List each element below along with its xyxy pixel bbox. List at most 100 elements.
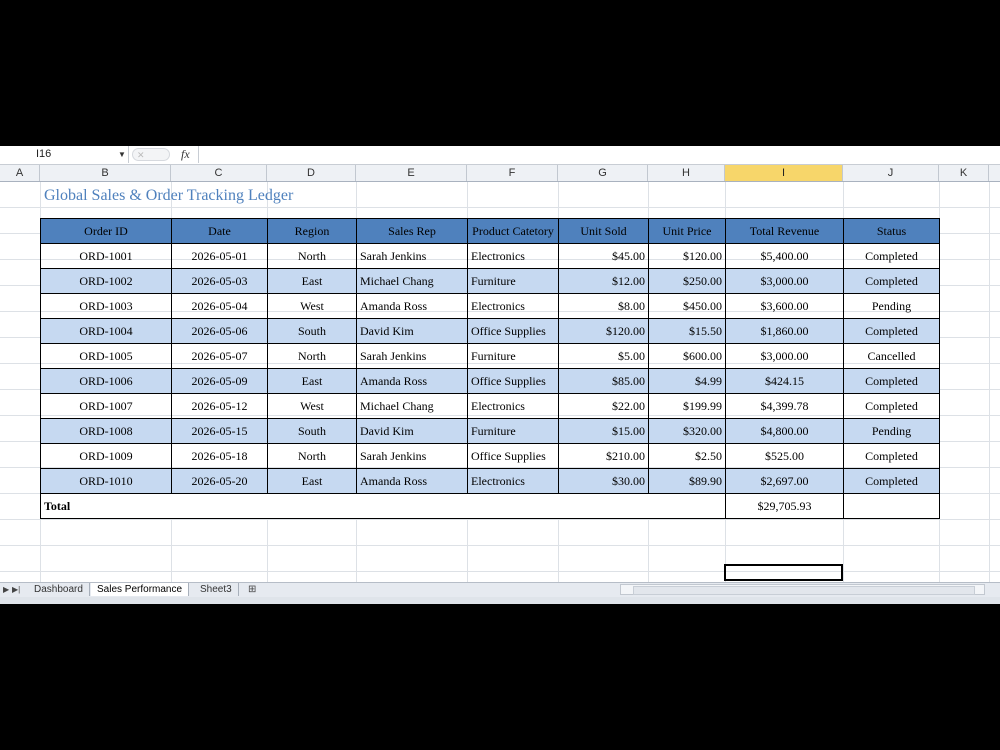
cell-status[interactable]: Cancelled	[843, 343, 940, 369]
cell-date[interactable]: 2026-05-01	[171, 243, 268, 269]
column-header-d[interactable]: D	[267, 165, 356, 181]
cell-product-category[interactable]: Office Supplies	[467, 443, 559, 469]
cell-product-category[interactable]: Office Supplies	[467, 368, 559, 394]
column-header-i[interactable]: I	[725, 165, 843, 181]
cell-sales-rep[interactable]: Michael Chang	[356, 393, 468, 419]
cell-unit-price[interactable]: $2.50	[648, 443, 726, 469]
cell-status[interactable]: Completed	[843, 268, 940, 294]
sheet-tab-sheet3[interactable]: Sheet3	[194, 583, 239, 596]
cell-order-id[interactable]: ORD-1010	[40, 468, 172, 494]
cell-order-id[interactable]: ORD-1008	[40, 418, 172, 444]
cell-order-id[interactable]: ORD-1005	[40, 343, 172, 369]
cell-unit-sold[interactable]: $22.00	[558, 393, 649, 419]
first-sheet-icon[interactable]: ▶	[3, 583, 9, 597]
cell-total-revenue[interactable]: $3,000.00	[725, 343, 844, 369]
active-cell-i16[interactable]	[724, 564, 843, 581]
cell-product-category[interactable]: Electronics	[467, 293, 559, 319]
cell-date[interactable]: 2026-05-07	[171, 343, 268, 369]
cell-order-id[interactable]: ORD-1003	[40, 293, 172, 319]
header-product-category[interactable]: Product Catetory	[467, 218, 559, 244]
cell-total-revenue[interactable]: $3,000.00	[725, 268, 844, 294]
column-header-g[interactable]: G	[558, 165, 648, 181]
cell-unit-price[interactable]: $450.00	[648, 293, 726, 319]
cell-unit-sold[interactable]: $5.00	[558, 343, 649, 369]
header-total-revenue[interactable]: Total Revenue	[725, 218, 844, 244]
name-box[interactable]: I16 ▼	[0, 146, 129, 163]
cell-product-category[interactable]: Furniture	[467, 268, 559, 294]
cell-status[interactable]: Completed	[843, 468, 940, 494]
cell-unit-price[interactable]: $4.99	[648, 368, 726, 394]
cell-region[interactable]: East	[267, 268, 357, 294]
cell-unit-sold[interactable]: $12.00	[558, 268, 649, 294]
cell-status[interactable]: Completed	[843, 318, 940, 344]
column-header-c[interactable]: C	[171, 165, 267, 181]
cell-unit-sold[interactable]: $15.00	[558, 418, 649, 444]
header-sales-rep[interactable]: Sales Rep	[356, 218, 468, 244]
cell-unit-sold[interactable]: $120.00	[558, 318, 649, 344]
cell-date[interactable]: 2026-05-20	[171, 468, 268, 494]
total-revenue-value[interactable]: $29,705.93	[725, 493, 844, 519]
cell-order-id[interactable]: ORD-1007	[40, 393, 172, 419]
cell-product-category[interactable]: Electronics	[467, 243, 559, 269]
cell-total-revenue[interactable]: $4,800.00	[725, 418, 844, 444]
column-header-h[interactable]: H	[648, 165, 725, 181]
cell-sales-rep[interactable]: Sarah Jenkins	[356, 343, 468, 369]
cell-status[interactable]: Completed	[843, 243, 940, 269]
cell-unit-price[interactable]: $89.90	[648, 468, 726, 494]
cell-order-id[interactable]: ORD-1006	[40, 368, 172, 394]
column-header-f[interactable]: F	[467, 165, 558, 181]
cell-grid[interactable]: Global Sales & Order Tracking Ledger Ord…	[0, 182, 1000, 582]
cell-sales-rep[interactable]: Amanda Ross	[356, 368, 468, 394]
cell-unit-price[interactable]: $250.00	[648, 268, 726, 294]
header-region[interactable]: Region	[267, 218, 357, 244]
cell-region[interactable]: North	[267, 243, 357, 269]
cell-region[interactable]: West	[267, 293, 357, 319]
cell-order-id[interactable]: ORD-1004	[40, 318, 172, 344]
scrollbar-thumb[interactable]	[633, 586, 975, 595]
cell-region[interactable]: North	[267, 343, 357, 369]
chevron-down-icon[interactable]: ▼	[118, 146, 126, 163]
header-date[interactable]: Date	[171, 218, 268, 244]
cell-total-revenue[interactable]: $525.00	[725, 443, 844, 469]
cell-sales-rep[interactable]: Amanda Ross	[356, 468, 468, 494]
column-header-e[interactable]: E	[356, 165, 467, 181]
header-unit-price[interactable]: Unit Price	[648, 218, 726, 244]
sheet-tab-sales-performance[interactable]: Sales Performance	[91, 583, 190, 596]
cell-unit-sold[interactable]: $30.00	[558, 468, 649, 494]
cell-unit-price[interactable]: $15.50	[648, 318, 726, 344]
sheet-title[interactable]: Global Sales & Order Tracking Ledger	[44, 187, 293, 205]
cell-product-category[interactable]: Furniture	[467, 418, 559, 444]
formula-input[interactable]	[198, 146, 1000, 163]
column-header-j[interactable]: J	[843, 165, 939, 181]
total-label[interactable]: Total	[40, 493, 726, 519]
cell-date[interactable]: 2026-05-12	[171, 393, 268, 419]
cell-unit-price[interactable]: $120.00	[648, 243, 726, 269]
last-sheet-icon[interactable]: ▶|	[12, 583, 20, 597]
cell-region[interactable]: South	[267, 318, 357, 344]
cell-date[interactable]: 2026-05-03	[171, 268, 268, 294]
column-header-a[interactable]: A	[0, 165, 40, 181]
cell-order-id[interactable]: ORD-1001	[40, 243, 172, 269]
cell-product-category[interactable]: Furniture	[467, 343, 559, 369]
cell-sales-rep[interactable]: David Kim	[356, 318, 468, 344]
insert-function-icon[interactable]: fx	[181, 146, 190, 163]
cell-unit-sold[interactable]: $45.00	[558, 243, 649, 269]
cell-sales-rep[interactable]: Sarah Jenkins	[356, 243, 468, 269]
cell-total-revenue[interactable]: $5,400.00	[725, 243, 844, 269]
column-header-k[interactable]: K	[939, 165, 989, 181]
header-status[interactable]: Status	[843, 218, 940, 244]
cell-status[interactable]: Completed	[843, 368, 940, 394]
header-unit-sold[interactable]: Unit Sold	[558, 218, 649, 244]
cell-sales-rep[interactable]: Sarah Jenkins	[356, 443, 468, 469]
cell-sales-rep[interactable]: Amanda Ross	[356, 293, 468, 319]
cell-status[interactable]: Pending	[843, 293, 940, 319]
cell-date[interactable]: 2026-05-18	[171, 443, 268, 469]
insert-sheet-icon[interactable]: ⊞	[248, 583, 256, 597]
cell-status[interactable]: Completed	[843, 443, 940, 469]
cell-product-category[interactable]: Electronics	[467, 393, 559, 419]
cell-region[interactable]: West	[267, 393, 357, 419]
cell-unit-sold[interactable]: $210.00	[558, 443, 649, 469]
sheet-tab-dashboard[interactable]: Dashboard	[28, 583, 90, 596]
cell-unit-price[interactable]: $199.99	[648, 393, 726, 419]
cell-region[interactable]: South	[267, 418, 357, 444]
